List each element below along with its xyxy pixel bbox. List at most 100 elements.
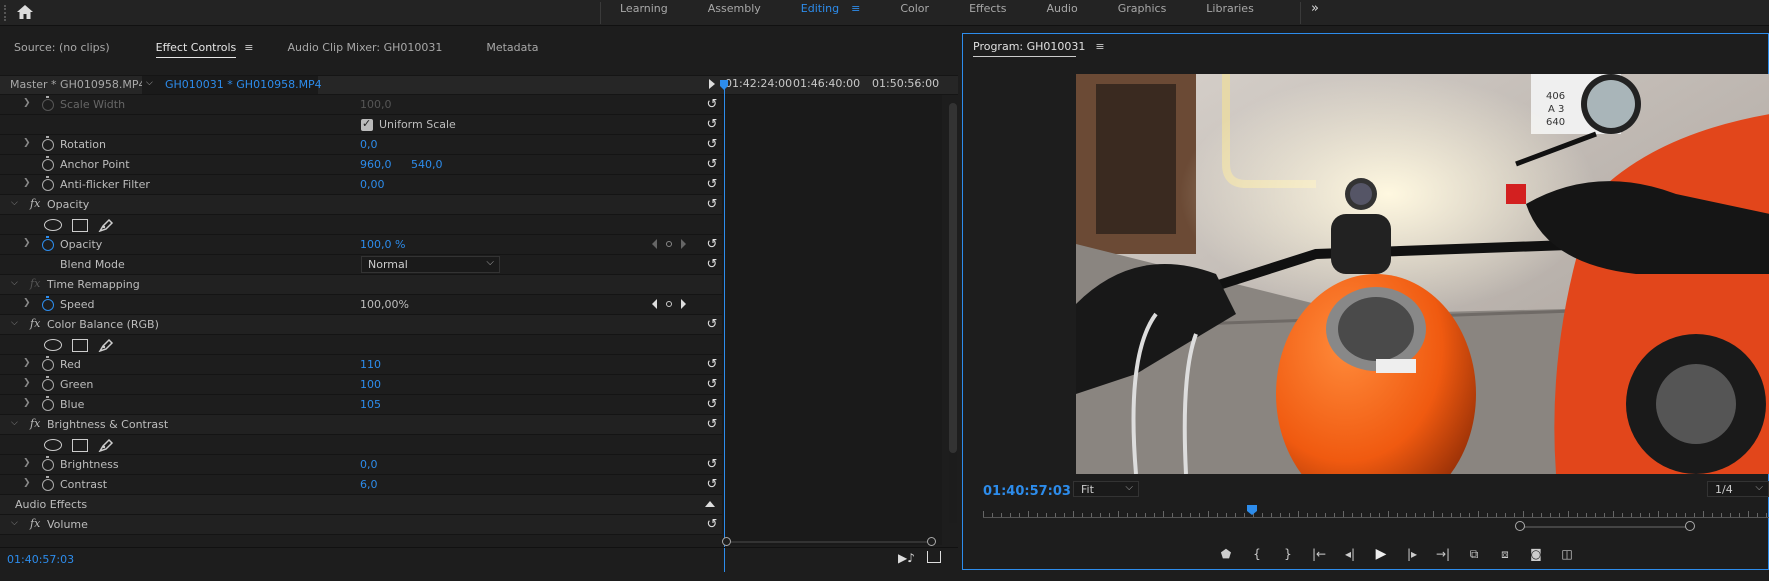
zoom-level-select[interactable]: Fit ⌵ [1073, 481, 1139, 497]
rectangle-mask-icon[interactable] [72, 338, 88, 352]
pen-mask-icon[interactable] [98, 218, 114, 232]
tab-effects[interactable]: Effects [949, 0, 1026, 26]
property-value[interactable]: 105 [360, 398, 381, 411]
fx-icon[interactable]: fx [30, 517, 40, 530]
ellipse-mask-icon[interactable] [44, 439, 62, 451]
hamburger-menu-icon[interactable]: ≡ [244, 41, 253, 54]
chevron-right-icon[interactable]: ❯ [23, 458, 31, 468]
reset-icon[interactable]: ↺ [705, 398, 719, 412]
effect-section[interactable]: ⌵ fx Time Remapping [0, 275, 722, 295]
effect-section[interactable]: ⌵ fx Brightness & Contrast ↺ [0, 415, 722, 435]
next-keyframe-icon[interactable] [681, 299, 686, 309]
stopwatch-icon[interactable] [42, 96, 54, 111]
stopwatch-icon[interactable] [42, 396, 54, 411]
play-icon[interactable]: ▶ [1372, 546, 1390, 562]
vertical-scrollbar[interactable] [949, 103, 957, 523]
reset-icon[interactable]: ↺ [705, 118, 719, 132]
add-keyframe-icon[interactable] [666, 241, 672, 247]
chevron-right-icon[interactable]: ❯ [23, 138, 31, 148]
chevron-right-icon[interactable]: ❯ [23, 398, 31, 408]
playback-resolution-select[interactable]: 1/4 ⌵ [1707, 481, 1769, 497]
property-value[interactable]: 100,00% [360, 298, 409, 311]
anchor-y-value[interactable]: 540,0 [411, 158, 443, 171]
current-timecode[interactable]: 01:40:57:03 [7, 553, 74, 566]
reset-icon[interactable]: ↺ [705, 238, 719, 252]
tab-color[interactable]: Color [880, 0, 949, 26]
fx-icon[interactable]: fx [30, 277, 40, 290]
export-icon[interactable] [927, 551, 941, 563]
property-value[interactable]: 0,00 [360, 178, 385, 191]
hamburger-menu-icon[interactable]: ≡ [1095, 40, 1104, 53]
add-keyframe-icon[interactable] [666, 301, 672, 307]
mark-out-icon[interactable]: } [1279, 546, 1297, 562]
chevron-down-icon[interactable]: ⌵ [11, 198, 18, 208]
rectangle-mask-icon[interactable] [72, 218, 88, 232]
anchor-x-value[interactable]: 960,0 [360, 158, 392, 171]
audio-effects-header[interactable]: Audio Effects [0, 495, 722, 515]
previous-keyframe-icon[interactable] [652, 299, 657, 309]
step-forward-icon[interactable]: |▸ [1403, 546, 1421, 562]
tab-assembly[interactable]: Assembly [688, 0, 781, 26]
time-scrubber[interactable] [983, 510, 1769, 518]
property-value[interactable]: 100,0 % [360, 238, 405, 251]
rectangle-mask-icon[interactable] [72, 438, 88, 452]
property-value[interactable]: 6,0 [360, 478, 378, 491]
stopwatch-icon[interactable] [42, 136, 54, 151]
property-value[interactable]: 110 [360, 358, 381, 371]
reset-icon[interactable]: ↺ [705, 258, 719, 272]
play-only-clip-icon[interactable] [709, 79, 715, 89]
property-value[interactable]: 100 [360, 378, 381, 391]
overwrite-icon[interactable]: ⧈ [1496, 546, 1514, 562]
effect-section[interactable]: ⌵ fx Opacity ↺ [0, 195, 722, 215]
more-workspaces-icon[interactable]: » [1300, 0, 1330, 18]
program-timecode[interactable]: 01:40:57:03 [983, 484, 1071, 499]
stopwatch-icon[interactable] [42, 476, 54, 491]
reset-icon[interactable]: ↺ [705, 418, 719, 432]
zoom-end-handle[interactable] [1685, 521, 1695, 531]
reset-icon[interactable]: ↺ [705, 98, 719, 112]
reset-icon[interactable]: ↺ [705, 198, 719, 212]
hamburger-menu-icon[interactable]: ≡ [851, 0, 860, 18]
previous-keyframe-icon[interactable] [652, 239, 657, 249]
fx-icon[interactable]: fx [30, 317, 40, 330]
reset-icon[interactable]: ↺ [705, 318, 719, 332]
zoom-end-handle[interactable] [927, 537, 936, 546]
uniform-scale-checkbox[interactable] [361, 117, 373, 131]
home-icon[interactable] [16, 3, 34, 21]
keyframe-timeline[interactable] [722, 95, 942, 545]
scrollbar-thumb[interactable] [949, 103, 957, 453]
chevron-right-icon[interactable]: ❯ [23, 238, 31, 248]
step-back-icon[interactable]: ◂| [1341, 546, 1359, 562]
chevron-down-icon[interactable]: ⌵ [11, 518, 18, 528]
program-title[interactable]: Program: GH010031 ≡ [973, 40, 1105, 53]
tab-effect-controls[interactable]: Effect Controls ≡ [142, 40, 268, 58]
stopwatch-icon[interactable] [42, 236, 54, 251]
next-keyframe-icon[interactable] [681, 239, 686, 249]
reset-icon[interactable]: ↺ [705, 518, 719, 532]
chevron-down-icon[interactable]: ⌵ [11, 318, 18, 328]
reset-icon[interactable]: ↺ [705, 378, 719, 392]
fx-icon[interactable]: fx [30, 417, 40, 430]
property-value[interactable]: 0,0 [360, 138, 378, 151]
chevron-down-icon[interactable]: ⌵ [11, 418, 18, 428]
panel-grip[interactable] [4, 5, 7, 21]
add-marker-icon[interactable]: ⬟ [1217, 546, 1235, 562]
stopwatch-icon[interactable] [42, 156, 54, 171]
stopwatch-icon[interactable] [42, 176, 54, 191]
chevron-right-icon[interactable]: ❯ [23, 378, 31, 388]
ellipse-mask-icon[interactable] [44, 339, 62, 351]
export-frame-icon[interactable]: ◙ [1527, 546, 1545, 562]
effect-section[interactable]: ⌵ fx Volume ↺ [0, 515, 722, 535]
insert-icon[interactable]: ⧉ [1465, 546, 1483, 562]
tab-learning[interactable]: Learning [600, 0, 688, 26]
chevron-right-icon[interactable]: ❯ [23, 98, 31, 108]
go-to-in-icon[interactable]: |← [1310, 546, 1328, 562]
selected-clip-label[interactable]: GH010031 * GH010958.MP4 [165, 78, 322, 91]
comparison-view-icon[interactable]: ◫ [1558, 546, 1576, 562]
reset-icon[interactable]: ↺ [705, 478, 719, 492]
tab-source[interactable]: Source: (no clips) [0, 41, 124, 54]
video-frame[interactable]: 406 A 3 640 [1076, 74, 1769, 474]
zoom-start-handle[interactable] [1515, 521, 1525, 531]
stopwatch-icon[interactable] [42, 456, 54, 471]
filter-audio-icon[interactable]: ▶♪ [898, 551, 915, 565]
